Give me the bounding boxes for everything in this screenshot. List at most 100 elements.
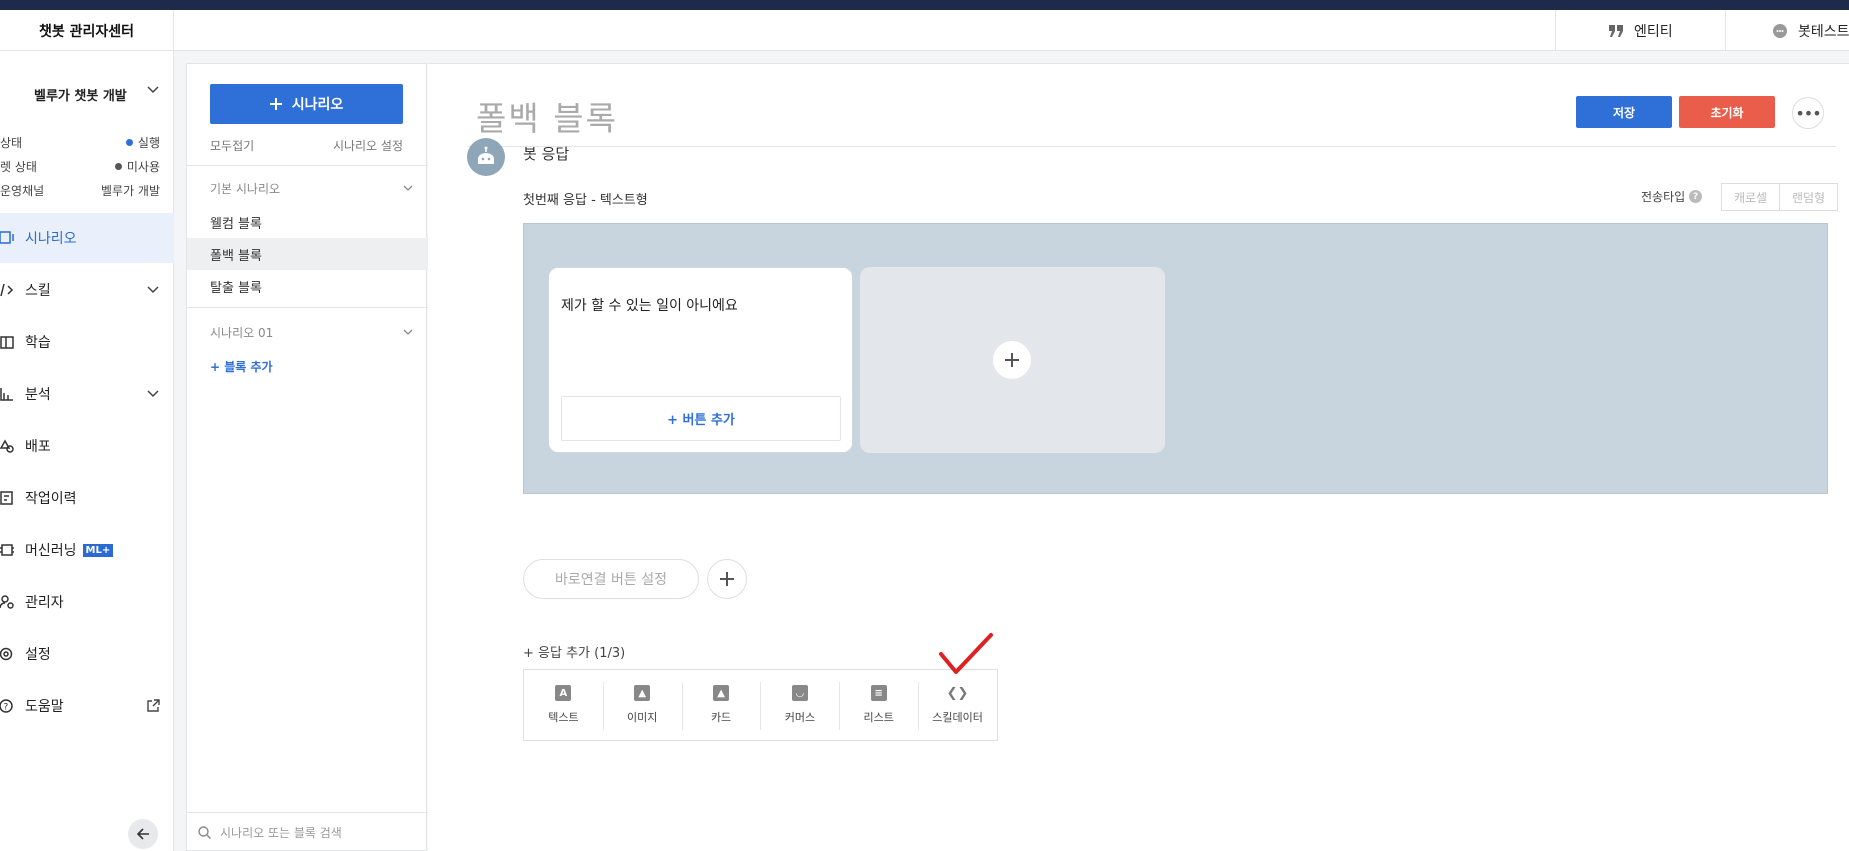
chevron-down-icon[interactable] [402,182,414,194]
status-row: 상태 실행 [0,134,174,154]
add-button-button[interactable]: + 버튼 추가 [561,396,841,441]
status-row: 운영채널 벨루가 개발 [0,182,174,202]
sidebar-item-label: 머신러닝 [25,543,77,559]
response-type-label: 텍스트 [548,711,579,724]
response-type-skill-data[interactable]: ❮❯ 스킬데이터 [918,670,997,740]
quick-reply-settings-button[interactable]: 바로연결 버튼 설정 [523,559,699,599]
sidebar-item-deploy[interactable]: 배포 [0,421,174,471]
scenario-icon [0,231,14,244]
sidebar-item-admin[interactable]: 관리자 [0,577,174,627]
code-icon [0,283,14,297]
save-button[interactable]: 저장 [1576,96,1672,128]
response-type-label: 커머스 [784,711,816,724]
group-title-scenario-01[interactable]: 시나리오 01 [210,324,273,341]
tab-bottest[interactable]: 봇테스트 [1725,10,1849,51]
block-item-exit[interactable]: 탈출 블록 [187,270,428,302]
chevron-down-icon [147,390,159,398]
send-type-text: 전송타입 [1641,190,1686,204]
project-selector[interactable]: 벨루가 챗봇 개발 [0,75,174,113]
main-editor: 폴백 블록 저장 초기화 ••• 봇 응답 첫번째 응답 - 텍스트형 전송타입… [428,63,1849,851]
add-card-button[interactable] [993,341,1031,379]
scenario-search[interactable]: 시나리오 또는 블록 검색 [187,812,428,851]
sidebar-item-history[interactable]: 작업이력 [0,473,174,523]
bot-response-title: 봇 응답 [523,145,570,163]
response-type-label: 리스트 [863,711,894,724]
sidebar-item-label: 관리자 [25,595,64,611]
chevron-down-icon [147,286,159,294]
question-icon[interactable]: ? [1689,190,1703,203]
chevron-down-icon [147,86,159,94]
sidebar-item-label: 분석 [25,387,51,403]
divider [187,165,428,166]
send-type-label: 전송타입 ? [1641,188,1703,205]
sidebar-item-analysis[interactable]: 분석 [0,369,174,419]
sidebar-item-label: 시나리오 [25,231,77,247]
status-label: 렛 상태 [0,160,37,174]
tab-label: 엔티티 [1634,23,1673,40]
add-scenario-label: 시나리오 [291,97,344,113]
status-label: 상태 [0,136,23,150]
sidebar-item-settings[interactable]: 설정 [0,629,174,679]
response-type-commerce[interactable]: ◡ 커머스 [760,670,839,740]
robot-icon [478,146,494,164]
sidebar-item-skill[interactable]: 스킬 [0,265,174,315]
response-type-list[interactable]: ≡ 리스트 [839,670,918,740]
response-type-card[interactable]: ▲ 카드 [681,670,761,740]
reset-button[interactable]: 초기화 [1679,96,1775,128]
response-type-text[interactable]: A 텍스트 [524,670,603,740]
response-type-label: 카드 [710,711,732,724]
chart-icon [0,388,13,401]
card-icon: ▲ [713,685,730,701]
tab-label: 봇테스트 [1798,23,1849,40]
sidebar-item-label: 작업이력 [25,491,77,507]
collapse-all-link[interactable]: 모두접기 [210,137,254,154]
admin-icon [0,595,14,609]
header: 챗봇 관리자센터 엔티티 봇테스트 [0,10,1849,51]
add-quick-reply-button[interactable] [707,559,747,599]
history-icon [0,491,13,505]
response-type-image[interactable]: ▲ 이미지 [602,670,682,740]
ml-plus-badge: ML+ [82,543,114,557]
red-checkmark-annotation [939,633,993,674]
search-input[interactable]: 시나리오 또는 블록 검색 [220,824,342,841]
response-text[interactable]: 제가 할 수 있는 일이 아니에요 [561,295,738,315]
gear-icon [0,647,13,661]
chip-icon [0,544,14,556]
sidebar-item-learning[interactable]: 학습 [0,317,174,367]
sidebar-item-label: 설정 [25,647,51,663]
svg-text:?: ? [4,703,9,713]
sidebar-item-help[interactable]: ? 도움말 [0,681,174,731]
add-block-link[interactable]: + 블록 추가 [210,358,273,375]
tab-entity[interactable]: 엔티티 [1555,10,1725,51]
add-scenario-button[interactable]: 시나리오 [210,84,403,124]
response-type-label: 스킬데이터 [932,711,983,724]
send-mode-random[interactable]: 랜덤형 [1779,183,1838,211]
image-icon: ▲ [634,685,651,701]
sidebar-item-label: 도움말 [25,699,64,715]
status-dot [114,163,122,170]
chevron-down-icon[interactable] [402,326,414,338]
top-accent-bar [0,0,1849,10]
add-card-slot[interactable] [860,267,1165,453]
sidebar-collapse-button[interactable] [128,819,158,849]
deploy-icon [0,439,14,453]
page-title[interactable]: 폴백 블록 [476,92,618,140]
sidebar: 벨루가 챗봇 개발 상태 실행 렛 상태 미사용 운영채널 벨루가 개발 시나리… [0,51,174,851]
block-item-welcome[interactable]: 웰컴 블록 [187,206,428,238]
arrow-left-icon [136,828,149,840]
plus-icon [720,572,734,586]
response-type-label: 이미지 [627,711,658,724]
sidebar-item-scenario[interactable]: 시나리오 [0,213,174,263]
more-options-button[interactable]: ••• [1792,97,1824,129]
sidebar-item-label: 스킬 [25,283,51,299]
response-canvas: 제가 할 수 있는 일이 아니에요 + 버튼 추가 [523,223,1828,494]
app-title: 챗봇 관리자센터 [0,10,174,51]
send-mode-carousel[interactable]: 캐로셀 [1721,183,1780,211]
scenario-settings-link[interactable]: 시나리오 설정 [333,137,403,154]
sidebar-item-machine-learning[interactable]: 머신러닝 ML+ [0,525,174,575]
response-type-picker: A 텍스트 ▲ 이미지 ▲ 카드 ◡ 커머스 ≡ 리스트 ❮❯ 스킬데이터 [523,669,998,741]
group-title-default[interactable]: 기본 시나리오 [210,180,280,197]
divider [187,307,428,308]
block-item-fallback[interactable]: 폴백 블록 [187,238,428,270]
text-response-card[interactable]: 제가 할 수 있는 일이 아니에요 + 버튼 추가 [548,267,853,453]
